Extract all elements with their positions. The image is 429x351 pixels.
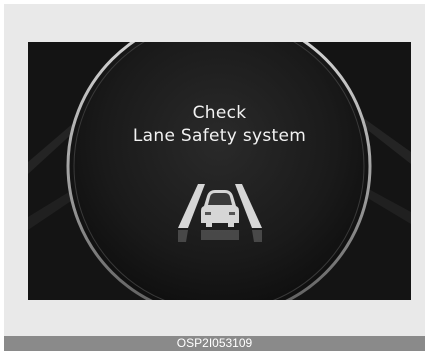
page: Check Lane Safety system OSP2I053109 xyxy=(0,0,429,351)
lane-safety-icon xyxy=(178,184,262,242)
message-line-2: Lane Safety system xyxy=(132,126,307,146)
dial-face xyxy=(68,42,370,300)
warning-message: Check Lane Safety system xyxy=(28,102,411,148)
image-code-caption: OSP2I053109 xyxy=(4,336,425,351)
cluster-display: Check Lane Safety system xyxy=(28,42,411,300)
display-background xyxy=(28,42,411,300)
message-line-1: Check xyxy=(192,103,247,123)
